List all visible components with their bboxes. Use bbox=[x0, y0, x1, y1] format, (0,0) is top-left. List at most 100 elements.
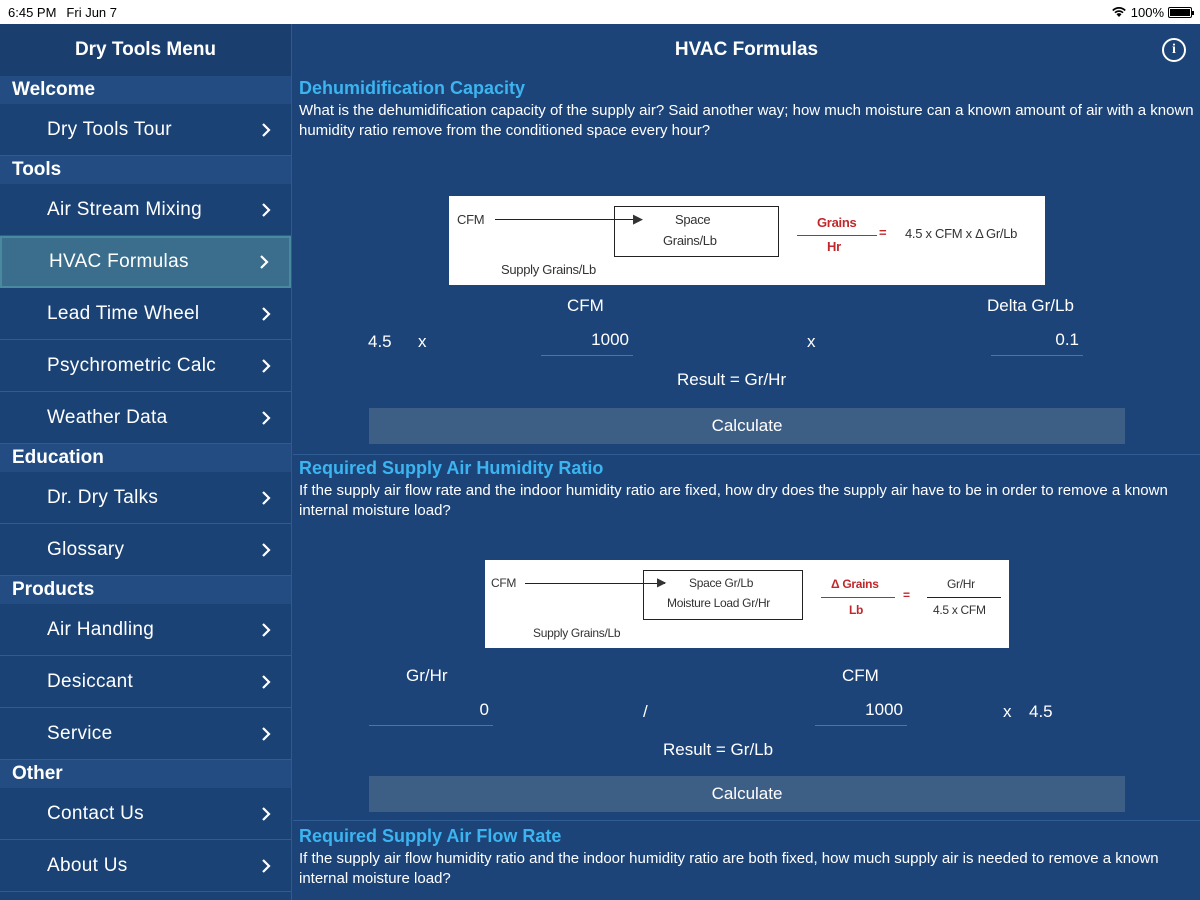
sidebar-item-about-us[interactable]: About Us bbox=[0, 840, 291, 892]
diagram-denominator: Lb bbox=[849, 603, 864, 617]
section-required-supply-flow: Required Supply Air Flow Rate If the sup… bbox=[293, 826, 1200, 889]
sidebar-item-label: Air Stream Mixing bbox=[47, 198, 203, 220]
chevron-right-icon bbox=[261, 306, 271, 322]
chevron-right-icon bbox=[261, 202, 271, 218]
diagram-grains-lb: Grains/Lb bbox=[663, 233, 717, 248]
chevron-right-icon bbox=[261, 122, 271, 138]
divide-operator: / bbox=[643, 702, 648, 721]
sidebar-item-label: Dry Tools Tour bbox=[47, 118, 172, 140]
diagram-cfm: CFM bbox=[491, 576, 517, 590]
delta-label: Delta Gr/Lb bbox=[987, 296, 1074, 315]
formula-diagram: CFM ▶ Space Gr/Lb Moisture Load Gr/Hr Su… bbox=[485, 560, 1009, 648]
times-operator: x bbox=[1003, 702, 1012, 721]
status-time: 6:45 PM bbox=[8, 4, 57, 20]
sidebar-item-label: Contact Us bbox=[47, 802, 144, 824]
battery-percent: 100% bbox=[1130, 4, 1164, 20]
diagram-denominator: Hr bbox=[827, 239, 841, 254]
wifi-icon bbox=[1111, 6, 1127, 18]
chevron-right-icon bbox=[261, 726, 271, 742]
delta-input[interactable]: 0.1 bbox=[991, 330, 1083, 356]
sidebar-item-label: Service bbox=[47, 722, 113, 744]
calculate-button[interactable]: Calculate bbox=[369, 408, 1125, 444]
diagram-supply: Supply Grains/Lb bbox=[501, 262, 596, 277]
sidebar-item-dry-tools-tour[interactable]: Dry Tools Tour bbox=[0, 104, 291, 156]
sidebar: Dry Tools Menu Welcome Dry Tools Tour To… bbox=[0, 24, 292, 900]
section-welcome: Welcome bbox=[0, 76, 291, 104]
chevron-right-icon bbox=[261, 410, 271, 426]
constant-value: 4.5 bbox=[1029, 702, 1053, 721]
cfm-input[interactable]: 1000 bbox=[541, 330, 633, 356]
cfm-label: CFM bbox=[567, 296, 604, 315]
diagram-cfm: CFM bbox=[457, 212, 485, 227]
diagram-rhs-denominator: 4.5 x CFM bbox=[933, 603, 986, 617]
sidebar-item-label: Psychrometric Calc bbox=[47, 354, 217, 376]
times-operator: x bbox=[807, 332, 816, 351]
cfm-label: CFM bbox=[842, 666, 879, 685]
sidebar-item-service[interactable]: Service bbox=[0, 708, 291, 760]
chevron-right-icon bbox=[259, 254, 269, 270]
sidebar-item-label: Air Handling bbox=[47, 618, 155, 640]
sidebar-item-label: Glossary bbox=[47, 538, 125, 560]
sidebar-item-label: HVAC Formulas bbox=[49, 251, 189, 272]
result-text: Result = Gr/Lb bbox=[663, 740, 774, 759]
sidebar-item-label: About Us bbox=[47, 854, 128, 876]
diagram-rhs: 4.5 x CFM x Δ Gr/Lb bbox=[905, 226, 1018, 241]
section-divider bbox=[293, 820, 1200, 821]
grhr-label: Gr/Hr bbox=[406, 666, 448, 685]
sidebar-title: Dry Tools Menu bbox=[0, 24, 291, 76]
sidebar-item-lead-time-wheel[interactable]: Lead Time Wheel bbox=[0, 288, 291, 340]
chevron-right-icon bbox=[261, 806, 271, 822]
diagram-numerator: Δ Grains bbox=[831, 577, 879, 591]
section-description: What is the dehumidification capacity of… bbox=[299, 102, 1194, 139]
diagram-equals: = bbox=[903, 588, 910, 602]
diagram-equals: = bbox=[879, 225, 887, 240]
times-operator: x bbox=[418, 332, 427, 351]
sidebar-item-weather-data[interactable]: Weather Data bbox=[0, 392, 291, 444]
section-description: If the supply air flow humidity ratio an… bbox=[299, 850, 1159, 887]
status-bar: 6:45 PM Fri Jun 7 100% bbox=[0, 0, 1200, 24]
sidebar-item-air-handling[interactable]: Air Handling bbox=[0, 604, 291, 656]
chevron-right-icon bbox=[261, 490, 271, 506]
section-title: Dehumidification Capacity bbox=[299, 78, 526, 98]
sidebar-item-desiccant[interactable]: Desiccant bbox=[0, 656, 291, 708]
sidebar-item-label: Lead Time Wheel bbox=[47, 302, 200, 324]
info-icon[interactable]: i bbox=[1162, 38, 1186, 62]
chevron-right-icon bbox=[261, 358, 271, 374]
diagram-space: Space bbox=[675, 212, 711, 227]
battery-icon bbox=[1168, 6, 1194, 18]
section-title: Required Supply Air Humidity Ratio bbox=[299, 458, 604, 478]
section-education: Education bbox=[0, 444, 291, 472]
sidebar-item-hvac-formulas[interactable]: HVAC Formulas bbox=[0, 236, 291, 288]
calculate-button[interactable]: Calculate bbox=[369, 776, 1125, 812]
chevron-right-icon bbox=[261, 622, 271, 638]
section-title: Required Supply Air Flow Rate bbox=[299, 826, 562, 846]
sidebar-item-psychrometric-calc[interactable]: Psychrometric Calc bbox=[0, 340, 291, 392]
sidebar-item-glossary[interactable]: Glossary bbox=[0, 524, 291, 576]
cfm-input[interactable]: 1000 bbox=[815, 700, 907, 726]
chevron-right-icon bbox=[261, 542, 271, 558]
constant-value: 4.5 bbox=[368, 332, 392, 351]
section-divider bbox=[293, 454, 1200, 455]
section-required-supply-humidity: Required Supply Air Humidity Ratio If th… bbox=[293, 458, 1200, 824]
sidebar-item-label: Weather Data bbox=[47, 406, 168, 428]
formula-diagram: CFM ▶ Space Grains/Lb Supply Grains/Lb G… bbox=[449, 196, 1045, 285]
grhr-input[interactable]: 0 bbox=[369, 700, 493, 726]
section-products: Products bbox=[0, 576, 291, 604]
sidebar-item-air-stream-mixing[interactable]: Air Stream Mixing bbox=[0, 184, 291, 236]
diagram-space: Space Gr/Lb bbox=[689, 576, 754, 590]
diagram-numerator: Grains bbox=[817, 215, 857, 230]
diagram-rhs-numerator: Gr/Hr bbox=[947, 577, 975, 591]
chevron-right-icon bbox=[261, 858, 271, 874]
section-other: Other bbox=[0, 760, 291, 788]
section-description: If the supply air flow rate and the indo… bbox=[299, 482, 1168, 519]
sidebar-item-label: Desiccant bbox=[47, 670, 134, 692]
sidebar-item-dr-dry-talks[interactable]: Dr. Dry Talks bbox=[0, 472, 291, 524]
result-text: Result = Gr/Hr bbox=[677, 370, 787, 389]
status-date: Fri Jun 7 bbox=[66, 4, 117, 20]
diagram-supply: Supply Grains/Lb bbox=[533, 626, 621, 640]
sidebar-item-contact-us[interactable]: Contact Us bbox=[0, 788, 291, 840]
section-dehumidification-capacity: Dehumidification Capacity What is the de… bbox=[293, 78, 1200, 456]
chevron-right-icon bbox=[261, 674, 271, 690]
main-header: HVAC Formulas i bbox=[293, 24, 1200, 76]
page-title: HVAC Formulas bbox=[674, 39, 819, 60]
